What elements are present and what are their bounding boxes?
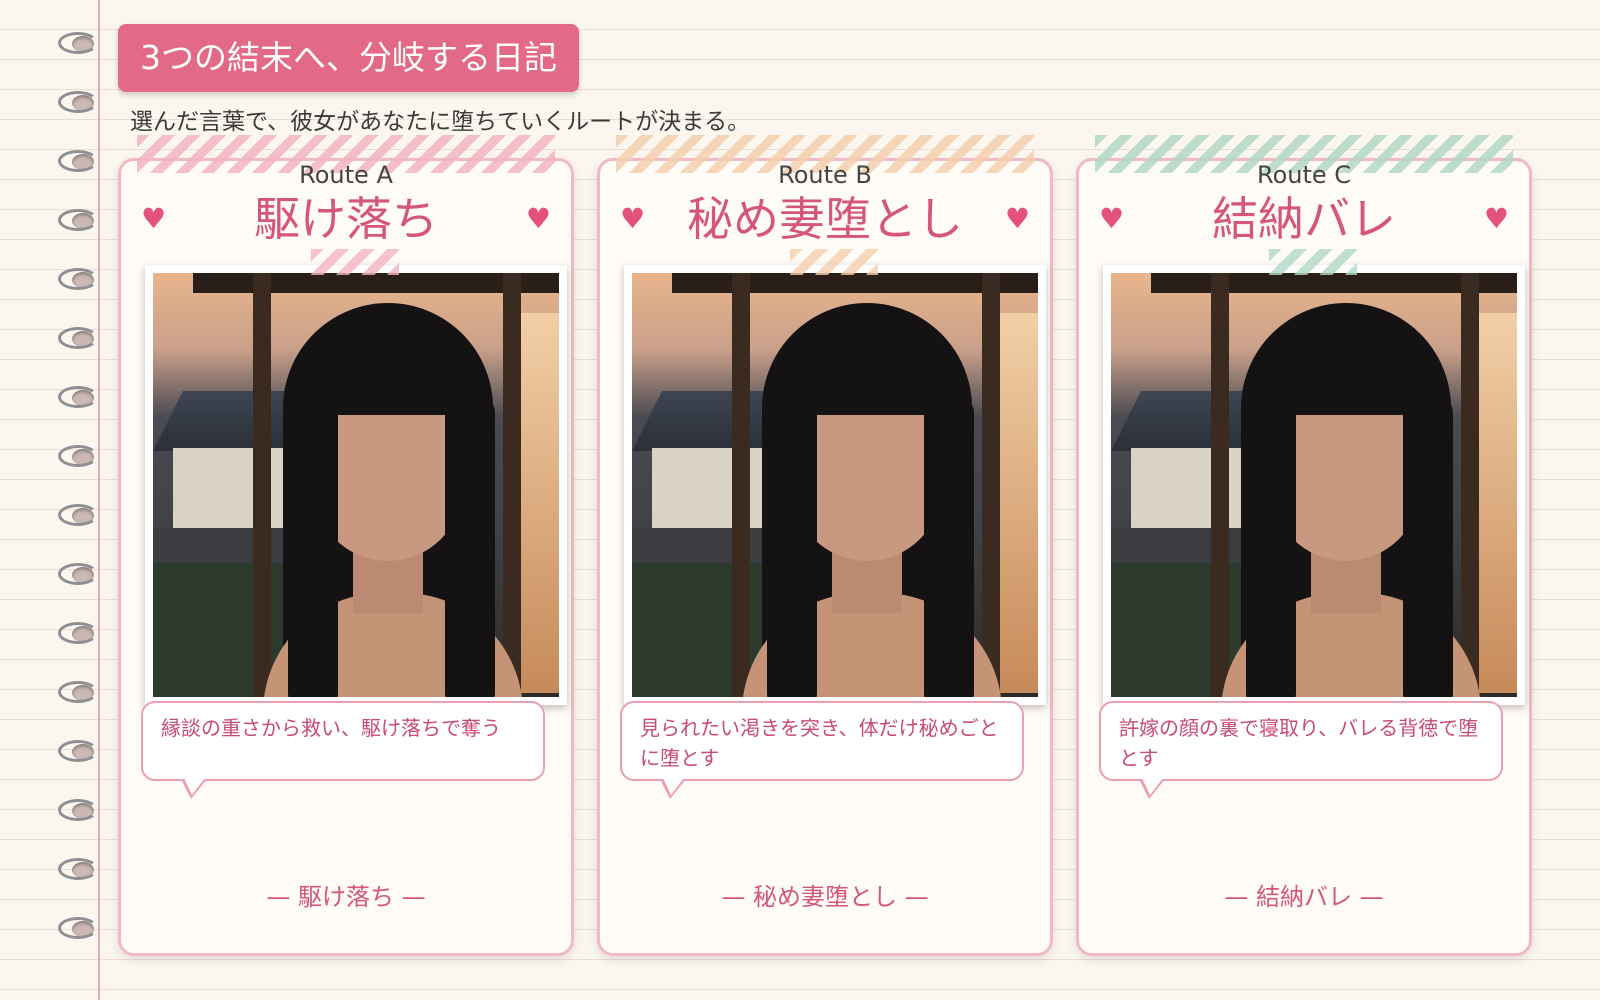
notebook-ring-icon [58, 799, 102, 825]
notebook-ring-icon [58, 740, 102, 766]
page-subtitle: 選んだ言葉で、彼女があなたに堕ちていくルートが決まる。 [130, 109, 751, 135]
heart-icon: ♥ [1483, 202, 1509, 235]
heart-icon: ♥ [141, 202, 167, 235]
route-footer: — 秘め妻堕とし — [721, 883, 929, 911]
heart-icon: ♥ [620, 202, 646, 235]
notebook-ring-icon [58, 386, 102, 412]
washi-tape [1269, 249, 1357, 275]
heart-icon: ♥ [1004, 202, 1030, 235]
route-name: 駆け落ち [254, 192, 438, 246]
route-photo[interactable] [145, 265, 567, 705]
route-card-c[interactable]: Route C 結納バレ ♥ ♥ 許嫁の顔の裏で寝取り、バレる背徳で堕とす — … [1076, 135, 1532, 956]
page-title: 3つの結末へ、分岐する日記 [118, 24, 579, 92]
notebook-ring-icon [58, 681, 102, 707]
notebook-ring-icon [58, 209, 102, 235]
route-footer: — 駆け落ち — [266, 883, 426, 911]
route-caption: 許嫁の顔の裏で寝取り、バレる背徳で堕とす [1099, 701, 1503, 799]
route-photo[interactable] [624, 265, 1046, 705]
notebook-ring-icon [58, 563, 102, 589]
heart-icon: ♥ [525, 202, 551, 235]
notebook-ring-icon [58, 327, 102, 353]
route-card-a[interactable]: Route A 駆け落ち ♥ ♥ 縁談の重さから救い、駆け落ちで奪う — 駆け落… [118, 135, 574, 956]
notebook-ring-icon [58, 858, 102, 884]
notebook-ring-icon [58, 91, 102, 117]
notebook-ring-icon [58, 32, 102, 58]
notebook-ring-icon [58, 917, 102, 943]
route-footer: — 結納バレ — [1224, 883, 1384, 911]
notebook-ring-icon [58, 150, 102, 176]
route-caption: 見られたい渇きを突き、体だけ秘めごとに堕とす [620, 701, 1024, 799]
washi-tape [790, 249, 878, 275]
route-name: 秘め妻堕とし [687, 192, 963, 246]
route-card-b[interactable]: Route B 秘め妻堕とし ♥ ♥ 見られたい渇きを突き、体だけ秘めごとに堕と… [597, 135, 1053, 956]
washi-tape [311, 249, 399, 275]
notebook-ring-icon [58, 268, 102, 294]
notebook-ring-icon [58, 445, 102, 471]
notebook-ring-icon [58, 622, 102, 648]
heart-icon: ♥ [1099, 202, 1125, 235]
route-caption: 縁談の重さから救い、駆け落ちで奪う [141, 701, 545, 799]
route-photo[interactable] [1103, 265, 1525, 705]
notebook-ring-icon [58, 504, 102, 530]
route-name: 結納バレ [1212, 192, 1396, 246]
